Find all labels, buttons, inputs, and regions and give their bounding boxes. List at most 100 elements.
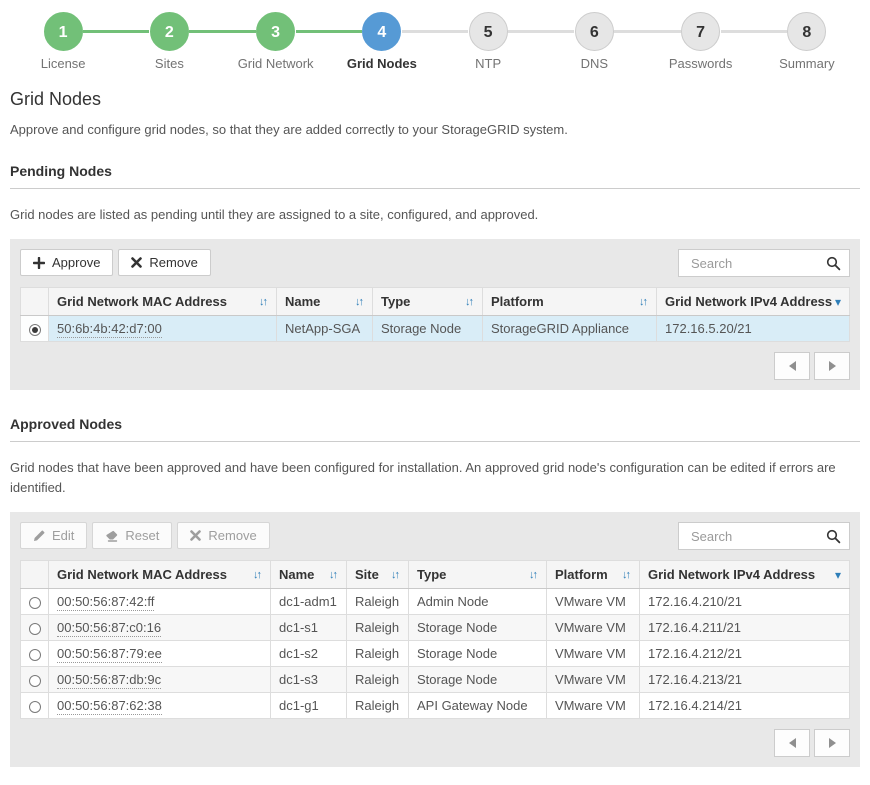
- previous-page-button[interactable]: [774, 352, 810, 381]
- column-header-platform[interactable]: Platform ↓↑: [546, 560, 640, 590]
- cell-name: dc1-s2: [270, 640, 347, 668]
- remove-pending-button[interactable]: Remove: [118, 249, 211, 277]
- select-cell: [20, 614, 49, 642]
- cell-name: dc1-s3: [270, 666, 347, 694]
- x-icon: [131, 257, 143, 268]
- column-label: Grid Network IPv4 Address: [665, 294, 833, 310]
- column-header-type[interactable]: Type ↓↑: [408, 560, 547, 590]
- wizard-step-grid-nodes[interactable]: 4 Grid Nodes: [295, 12, 435, 71]
- wizard-step-dns[interactable]: 6 DNS: [508, 12, 647, 71]
- cell-mac: 00:50:56:87:42:ff: [48, 588, 271, 616]
- cell-type: API Gateway Node: [408, 692, 547, 720]
- table-row[interactable]: 00:50:56:87:62:38 dc1-g1 Raleigh API Gatewa…: [20, 692, 850, 720]
- cell-mac: 00:50:56:87:79:ee: [48, 640, 271, 668]
- reset-button[interactable]: Reset: [92, 522, 173, 550]
- column-header-grid-network-ipv4-address[interactable]: Grid Network IPv4 Address ▾: [639, 560, 850, 590]
- cell-mac: 00:50:56:87:c0:16: [48, 614, 271, 642]
- cell-site: Raleigh: [346, 692, 409, 720]
- cell-type: Storage Node: [408, 666, 547, 694]
- wizard-step-ntp[interactable]: 5 NTP: [401, 12, 541, 71]
- column-label: Platform: [491, 294, 544, 310]
- approve-button-label: Approve: [52, 255, 101, 271]
- table-row[interactable]: 50:6b:4b:42:d7:00 NetApp-SGA Storage Node S…: [20, 315, 850, 343]
- radio-button[interactable]: [29, 674, 41, 687]
- mac-address-text: 50:6b:4b:42:d7:00: [57, 321, 162, 339]
- table-row[interactable]: 00:50:56:87:42:ff dc1-adm1 Raleigh Admin No…: [20, 588, 850, 616]
- column-header-type[interactable]: Type ↓↑: [372, 287, 483, 317]
- column-header-grid-network-ipv4-address[interactable]: Grid Network IPv4 Address ▾: [656, 287, 850, 317]
- wizard-step-sites[interactable]: 2 Sites: [83, 12, 222, 71]
- sort-icon: ↓↑: [355, 295, 364, 308]
- wizard-step-grid-network[interactable]: 3 Grid Network: [189, 12, 329, 71]
- approve-button[interactable]: Approve: [20, 249, 114, 277]
- select-cell: [20, 640, 49, 668]
- cell-platform: VMware VM: [546, 614, 640, 642]
- approved-search: [678, 522, 850, 551]
- cell-ip: 172.16.4.210/21: [639, 588, 850, 616]
- column-label: Grid Network IPv4 Address: [648, 567, 816, 583]
- wizard-step-license[interactable]: 1 License: [10, 12, 116, 71]
- step-label: Grid Nodes: [346, 56, 417, 71]
- sort-icon: ↓↑: [391, 568, 400, 581]
- sort-icon: ↓↑: [259, 295, 268, 308]
- column-header-grid-network-mac-address[interactable]: Grid Network MAC Address ↓↑: [48, 287, 277, 317]
- step-label: Passwords: [668, 56, 733, 71]
- column-header-site[interactable]: Site ↓↑: [346, 560, 409, 590]
- chevron-down-icon: ▾: [834, 567, 841, 582]
- sort-icon: ↓↑: [529, 568, 538, 581]
- search-icon[interactable]: [826, 256, 841, 271]
- cell-site: Raleigh: [346, 614, 409, 642]
- column-label: Type: [417, 567, 447, 583]
- cell-mac: 00:50:56:87:db:9c: [48, 666, 271, 694]
- cell-site: Raleigh: [346, 588, 409, 616]
- mac-address-text: 00:50:56:87:79:ee: [57, 646, 162, 664]
- step-number-circle: 4: [362, 12, 402, 51]
- select-cell: [20, 588, 49, 616]
- table-row[interactable]: 00:50:56:87:c0:16 dc1-s1 Raleigh Storage No…: [20, 614, 850, 642]
- step-number-circle: 8: [787, 12, 827, 51]
- search-icon[interactable]: [826, 529, 841, 544]
- column-header-platform[interactable]: Platform ↓↑: [482, 287, 657, 317]
- step-connector: [189, 30, 256, 33]
- select-cell: [20, 666, 49, 694]
- pending-nodes-description: Grid nodes are listed as pending until t…: [10, 207, 539, 222]
- cell-site: Raleigh: [346, 666, 409, 694]
- pending-nodes-heading: Pending Nodes: [10, 163, 860, 189]
- wizard-step-passwords[interactable]: 7 Passwords: [614, 12, 754, 71]
- previous-page-button[interactable]: [774, 729, 810, 758]
- column-header-grid-network-mac-address[interactable]: Grid Network MAC Address ↓↑: [48, 560, 271, 590]
- radio-button[interactable]: [29, 700, 41, 713]
- right-arrow-icon: [828, 738, 836, 749]
- cell-type: Storage Node: [408, 640, 547, 668]
- cell-name: dc1-s1: [270, 614, 347, 642]
- table-row[interactable]: 00:50:56:87:79:ee dc1-s2 Raleigh Storage No…: [20, 640, 850, 668]
- approved-pagination: [20, 729, 850, 758]
- cell-platform: VMware VM: [546, 588, 640, 616]
- cell-site: Raleigh: [346, 640, 409, 668]
- next-page-button[interactable]: [814, 729, 850, 758]
- radio-button[interactable]: [29, 596, 41, 609]
- edit-button[interactable]: Edit: [20, 522, 88, 550]
- pencil-icon: [33, 530, 45, 542]
- radio-button[interactable]: [29, 622, 41, 635]
- radio-button[interactable]: [29, 323, 41, 336]
- next-page-button[interactable]: [814, 352, 850, 381]
- approved-search-input[interactable]: [689, 527, 826, 545]
- cell-platform: StorageGRID Appliance: [482, 315, 657, 343]
- radio-button[interactable]: [29, 648, 41, 661]
- cell-platform: VMware VM: [546, 640, 640, 668]
- column-header-name[interactable]: Name ↓↑: [270, 560, 347, 590]
- step-label: License: [40, 56, 86, 71]
- column-header-name[interactable]: Name ↓↑: [276, 287, 373, 317]
- pending-search-input[interactable]: [689, 254, 826, 272]
- select-column-header: [20, 287, 49, 317]
- wizard-step-summary[interactable]: 8 Summary: [720, 12, 860, 71]
- pending-nodes-panel: Approve Remove Grid Network MAC Address ↓…: [10, 239, 860, 391]
- sort-icon: ↓↑: [639, 295, 648, 308]
- approved-nodes-heading: Approved Nodes: [10, 416, 860, 443]
- step-number-circle: 5: [468, 12, 508, 51]
- reset-button-label: Reset: [125, 528, 160, 544]
- remove-approved-button[interactable]: Remove: [177, 522, 270, 550]
- step-label: Summary: [779, 56, 835, 71]
- table-row[interactable]: 00:50:56:87:db:9c dc1-s3 Raleigh Storage No…: [20, 666, 850, 694]
